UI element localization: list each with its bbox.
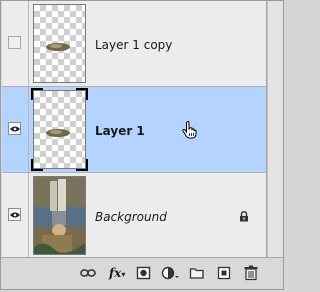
layer-row-layer-1[interactable]: Layer 1 [2,87,266,173]
layer-thumbnail[interactable] [33,4,86,83]
visibility-toggle[interactable] [8,208,21,221]
fx-label: fx [109,266,122,280]
link-layers-icon[interactable] [80,265,96,281]
photo-thumbnail-image [34,177,85,254]
ellipse-thumbnail-image [46,43,70,51]
adjustment-layer-icon[interactable] [161,265,181,281]
eye-icon [10,126,20,132]
visibility-column [2,87,29,172]
visibility-toggle-hidden[interactable] [8,36,21,49]
layer-row-background[interactable]: Background [2,173,266,257]
layers-list: Layer 1 copy Layer 1 Background [2,1,267,257]
layer-name[interactable]: Layer 1 [95,124,145,138]
hand-cursor-icon [182,121,197,139]
layers-scrollbar[interactable] [267,1,283,257]
ellipse-thumbnail-image [46,129,70,137]
eye-icon [10,212,20,218]
layer-mask-icon[interactable] [136,265,152,281]
lock-icon [240,211,248,222]
layer-thumbnail[interactable] [33,90,86,169]
layer-style-icon[interactable]: fx▾ [109,265,125,281]
trash-icon[interactable] [243,265,259,281]
layer-name[interactable]: Background [95,210,167,224]
layer-row-layer-1-copy[interactable]: Layer 1 copy [2,1,266,87]
visibility-column [2,173,29,257]
new-layer-icon[interactable] [216,265,232,281]
visibility-column [2,1,29,86]
new-group-icon[interactable] [189,265,205,281]
layer-thumbnail[interactable] [33,176,86,255]
layers-panel-footer: fx▾ [1,257,283,289]
visibility-toggle[interactable] [8,122,21,135]
layers-panel: Layer 1 copy Layer 1 Background fx▾ [0,0,284,290]
layer-name[interactable]: Layer 1 copy [95,38,172,52]
